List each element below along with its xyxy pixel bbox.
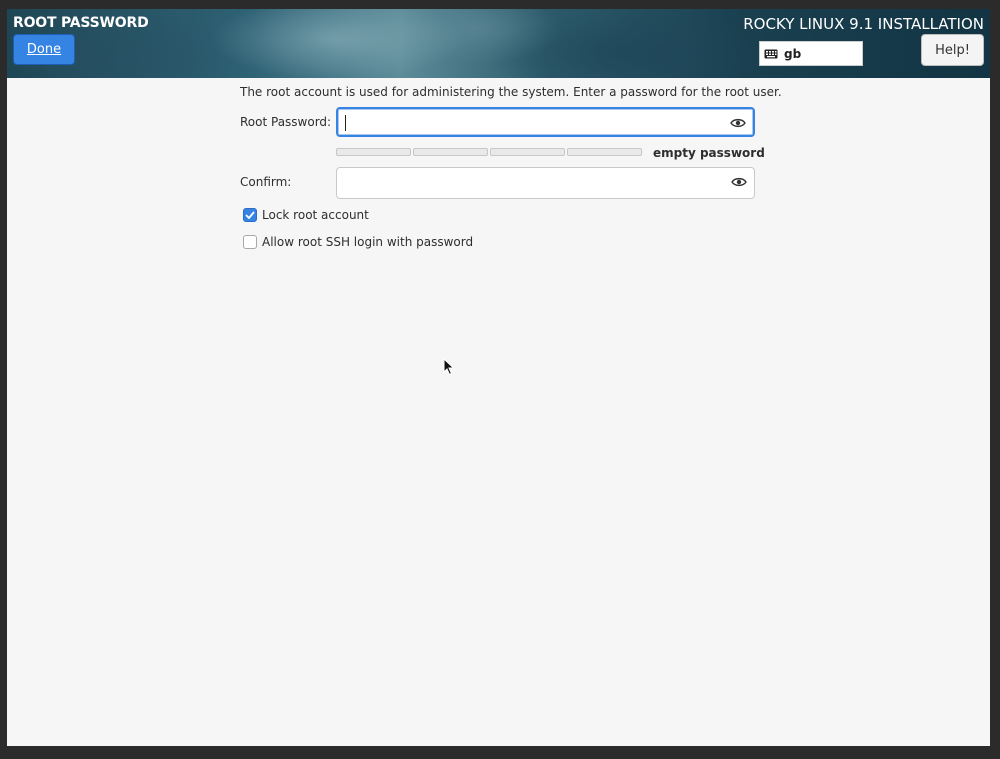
root-password-label: Root Password: (240, 115, 332, 129)
done-button[interactable]: Done (13, 34, 75, 65)
reveal-password-icon[interactable] (730, 117, 746, 129)
mouse-pointer-icon (443, 358, 455, 376)
reveal-confirm-icon[interactable] (731, 176, 747, 188)
ssh-login-option[interactable]: Allow root SSH login with password (243, 235, 473, 249)
confirm-label: Confirm: (240, 175, 292, 189)
confirm-password-field[interactable] (336, 167, 755, 199)
spoke-title: ROOT PASSWORD (13, 15, 149, 31)
checkmark-icon (245, 211, 255, 219)
strength-segment (490, 148, 565, 156)
root-password-field[interactable] (336, 107, 755, 137)
ssh-login-checkbox[interactable] (243, 235, 257, 249)
lock-root-label: Lock root account (262, 208, 369, 222)
strength-segment (336, 148, 411, 156)
strength-segment (413, 148, 488, 156)
text-caret (345, 115, 346, 131)
lock-root-option[interactable]: Lock root account (243, 208, 369, 222)
keyboard-layout-label: gb (784, 46, 802, 61)
password-strength-label: empty password (653, 146, 765, 160)
description-text: The root account is used for administeri… (240, 85, 782, 99)
header-banner: ROOT PASSWORD Done ROCKY LINUX 9.1 INSTA… (7, 9, 990, 78)
ssh-login-label: Allow root SSH login with password (262, 235, 474, 249)
installer-window: ROOT PASSWORD Done ROCKY LINUX 9.1 INSTA… (7, 9, 990, 746)
keyboard-icon (764, 49, 778, 58)
password-strength-bar (336, 148, 642, 156)
keyboard-layout-indicator[interactable]: gb (759, 41, 863, 66)
done-button-label: Done (26, 42, 62, 57)
help-button[interactable]: Help! (921, 34, 984, 66)
lock-root-checkbox[interactable] (243, 208, 257, 222)
product-title: ROCKY LINUX 9.1 INSTALLATION (743, 15, 984, 33)
strength-segment (567, 148, 642, 156)
